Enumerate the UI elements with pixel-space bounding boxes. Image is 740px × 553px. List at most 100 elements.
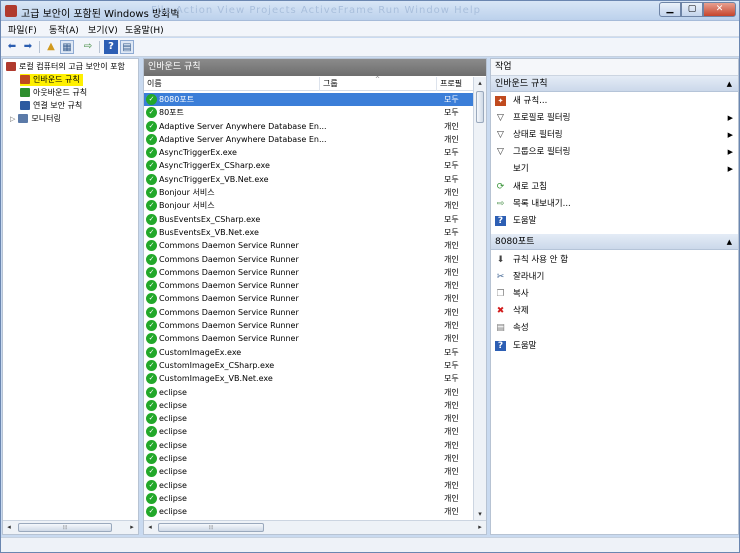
table-row[interactable]: ✓ CustomImageEx_CSharp.exe 모두: [144, 359, 474, 372]
table-row[interactable]: ✓ Adaptive Server Anywhere Database En...…: [144, 133, 474, 146]
rule-enabled-check-icon: ✓: [146, 479, 157, 491]
action-cut[interactable]: ✂ 잘라내기: [491, 269, 738, 285]
scroll-right-icon[interactable]: ▸: [474, 521, 486, 534]
scroll-thumb[interactable]: ⦙⦙⦙: [18, 523, 112, 532]
menu-help[interactable]: 도움말(H): [125, 23, 164, 36]
scroll-thumb[interactable]: ⦙⦙⦙: [158, 523, 264, 532]
table-row[interactable]: ✓ AsyncTriggerEx.exe 모두: [144, 146, 474, 159]
rule-profile: 모두: [444, 174, 459, 184]
console-icon[interactable]: ▤: [120, 40, 134, 54]
action-copy[interactable]: ❐ 복사: [491, 286, 738, 302]
navigation-tree: 로컬 컴퓨터의 고급 보안이 포함 인바운드 규칙 아웃바운드 규칙 연결 보안…: [2, 58, 139, 535]
table-row[interactable]: ✓ Bonjour 서비스 개인: [144, 186, 474, 199]
table-row[interactable]: ✓ CustomImageEx_VB.Net.exe 모두: [144, 372, 474, 385]
table-row[interactable]: ✓ BusEventsEx_VB.Net.exe 모두: [144, 226, 474, 239]
action-help[interactable]: ? 도움말: [491, 213, 738, 229]
up-folder-icon[interactable]: ▲: [44, 40, 58, 54]
table-row[interactable]: ✓ AsyncTriggerEx_CSharp.exe 모두: [144, 159, 474, 172]
table-row[interactable]: ✓ Commons Daemon Service Runner 개인: [144, 319, 474, 332]
tree-root[interactable]: 로컬 컴퓨터의 고급 보안이 포함: [6, 61, 125, 73]
tree-root-label: 로컬 컴퓨터의 고급 보안이 포함: [19, 62, 125, 71]
tree-item-inbound-rules[interactable]: 인바운드 규칙: [20, 74, 83, 86]
rules-vertical-scrollbar[interactable]: ▴ ▾: [473, 77, 486, 522]
action-view[interactable]: 보기 ▶: [491, 161, 738, 177]
table-row[interactable]: ✓ Commons Daemon Service Runner 개인: [144, 292, 474, 305]
minimize-button[interactable]: ▁: [659, 2, 681, 17]
table-row[interactable]: ✓ eclipse 개인: [144, 505, 474, 518]
expand-arrow-icon[interactable]: ▷: [10, 115, 15, 123]
actions-section-inbound[interactable]: 인바운드 규칙 ▲: [491, 76, 738, 92]
column-name[interactable]: 이름: [144, 77, 320, 91]
table-row[interactable]: ✓ Commons Daemon Service Runner 개인: [144, 253, 474, 266]
back-icon[interactable]: ⬅: [5, 40, 19, 54]
rule-enabled-check-icon: ✓: [146, 453, 157, 465]
forward-icon[interactable]: ➡: [21, 40, 35, 54]
scroll-left-icon[interactable]: ◂: [144, 521, 156, 534]
action-properties[interactable]: ▤ 속성: [491, 320, 738, 336]
tree-item-outbound-rules[interactable]: 아웃바운드 규칙: [20, 87, 87, 99]
action-help-rule[interactable]: ? 도움말: [491, 338, 738, 354]
menu-action[interactable]: 동작(A): [49, 23, 79, 36]
rule-profile: 개인: [444, 507, 459, 517]
column-group[interactable]: 그룹 ^: [320, 76, 437, 91]
action-export-list[interactable]: ⇨ 목록 내보내기...: [491, 196, 738, 212]
menu-view[interactable]: 보기(V): [88, 23, 118, 36]
table-row[interactable]: ✓ AsyncTriggerEx_VB.Net.exe 모두: [144, 173, 474, 186]
table-row[interactable]: ✓ eclipse 개인: [144, 386, 474, 399]
rule-name: AsyncTriggerEx_VB.Net.exe: [159, 174, 269, 184]
rule-profile: 모두: [444, 227, 459, 237]
actions-section-selected-rule[interactable]: 8080포트 ▲: [491, 234, 738, 250]
show-hide-pane-icon[interactable]: ▦: [60, 40, 74, 54]
menu-file[interactable]: 파일(F): [8, 23, 37, 36]
properties-icon: ▤: [496, 323, 505, 333]
scroll-thumb[interactable]: [476, 91, 484, 123]
close-button[interactable]: ✕: [703, 2, 736, 17]
table-row[interactable]: ✓ Bonjour 서비스 개인: [144, 199, 474, 212]
column-profile[interactable]: 프로필: [437, 77, 474, 91]
export-icon[interactable]: ⇨: [81, 40, 95, 54]
tree-item-monitoring[interactable]: ▷ 모니터링: [10, 113, 61, 125]
action-refresh[interactable]: ⟳ 새로 고침: [491, 179, 738, 195]
column-headers: 이름 그룹 ^ 프로필: [144, 76, 474, 91]
rules-horizontal-scrollbar[interactable]: ◂ ⦙⦙⦙ ▸: [144, 520, 486, 534]
action-disable-rule[interactable]: ⬇ 규칙 사용 안 함: [491, 252, 738, 268]
scroll-left-icon[interactable]: ◂: [3, 521, 15, 534]
title-bar[interactable]: 고급 보안이 포함된 Windows 방화벽 File Action View …: [1, 1, 739, 21]
action-filter-by-state[interactable]: ▽ 상태로 필터링 ▶: [491, 127, 738, 143]
tree-item-connection-security[interactable]: 연결 보안 규칙: [20, 100, 82, 112]
table-row[interactable]: ✓ eclipse 개인: [144, 412, 474, 425]
table-row[interactable]: ✓ 8080포트 모두: [144, 93, 474, 107]
table-row[interactable]: ✓ eclipse 개인: [144, 465, 474, 478]
table-row[interactable]: ✓ Commons Daemon Service Runner 개인: [144, 306, 474, 319]
table-row[interactable]: ✓ eclipse 개인: [144, 452, 474, 465]
scroll-right-icon[interactable]: ▸: [126, 521, 138, 534]
table-row[interactable]: ✓ eclipse 개인: [144, 439, 474, 452]
table-row[interactable]: ✓ eclipse 개인: [144, 399, 474, 412]
rule-name: 80포트: [159, 108, 184, 118]
collapse-caret-icon[interactable]: ▲: [727, 76, 732, 92]
collapse-caret-icon[interactable]: ▲: [727, 234, 732, 250]
table-row[interactable]: ✓ eclipse 개인: [144, 425, 474, 438]
action-filter-by-profile[interactable]: ▽ 프로필로 필터링 ▶: [491, 110, 738, 126]
tree-item-label: 아웃바운드 규칙: [33, 88, 88, 97]
table-row[interactable]: ✓ Commons Daemon Service Runner 개인: [144, 266, 474, 279]
table-row[interactable]: ✓ Adaptive Server Anywhere Database En...…: [144, 120, 474, 133]
outbound-rules-icon: [20, 88, 30, 97]
tree-horizontal-scrollbar[interactable]: ◂ ⦙⦙⦙ ▸: [3, 520, 138, 534]
maximize-button[interactable]: ▢: [681, 2, 703, 17]
action-delete[interactable]: ✖ 삭제: [491, 303, 738, 319]
rule-name: eclipse: [159, 427, 187, 437]
table-row[interactable]: ✓ Commons Daemon Service Runner 개인: [144, 279, 474, 292]
action-new-rule[interactable]: ✦ 새 규칙...: [491, 93, 738, 109]
table-row[interactable]: ✓ eclipse 개인: [144, 492, 474, 505]
table-row[interactable]: ✓ Commons Daemon Service Runner 개인: [144, 332, 474, 345]
action-filter-by-group[interactable]: ▽ 그룹으로 필터링 ▶: [491, 144, 738, 160]
table-row[interactable]: ✓ 80포트 모두: [144, 106, 474, 119]
help-icon[interactable]: ?: [104, 40, 118, 54]
table-row[interactable]: ✓ eclipse 개인: [144, 479, 474, 492]
table-row[interactable]: ✓ BusEventsEx_CSharp.exe 모두: [144, 213, 474, 226]
firewall-app-icon: [5, 5, 17, 17]
table-row[interactable]: ✓ Commons Daemon Service Runner 개인: [144, 239, 474, 252]
scroll-up-icon[interactable]: ▴: [474, 77, 486, 90]
table-row[interactable]: ✓ CustomImageEx.exe 모두: [144, 346, 474, 359]
